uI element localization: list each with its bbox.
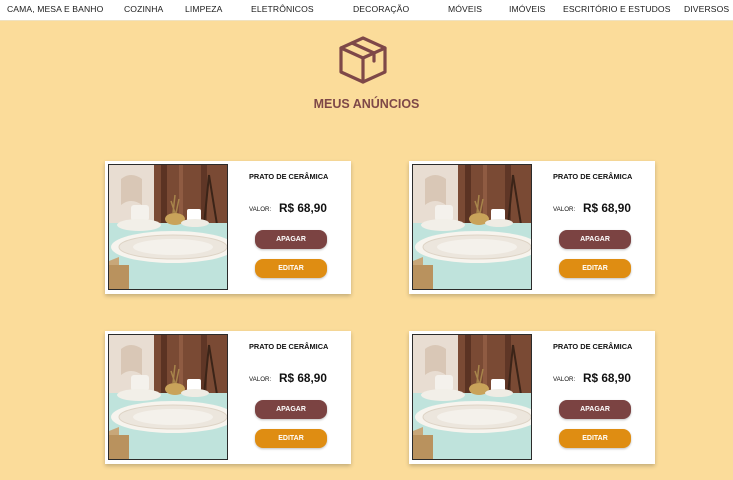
nav-item-cozinha[interactable]: COZINHA	[124, 4, 163, 14]
product-name: PRATO DE CERÂMICA	[249, 342, 329, 351]
price-label: VALOR:	[553, 376, 576, 383]
edit-button[interactable]: EDITAR	[255, 429, 327, 448]
delete-button[interactable]: APAGAR	[559, 400, 631, 419]
nav-item-diversos[interactable]: DIVERSOS	[684, 4, 729, 14]
listing-card: PRATO DE CERÂMICA VALOR: R$ 68,90 APAGAR…	[105, 331, 351, 464]
product-name: PRATO DE CERÂMICA	[249, 172, 329, 181]
edit-button[interactable]: EDITAR	[559, 259, 631, 278]
product-price: R$ 68,90	[279, 201, 327, 215]
edit-button[interactable]: EDITAR	[255, 259, 327, 278]
nav-item-cama-mesa-banho[interactable]: CAMA, MESA E BANHO	[7, 4, 103, 14]
product-image	[412, 334, 532, 460]
edit-button[interactable]: EDITAR	[559, 429, 631, 448]
delete-button[interactable]: APAGAR	[559, 230, 631, 249]
listing-card: PRATO DE CERÂMICA VALOR: R$ 68,90 APAGAR…	[409, 331, 655, 464]
top-nav: CAMA, MESA E BANHO COZINHA LIMPEZA ELETR…	[0, 0, 733, 21]
listing-card: PRATO DE CERÂMICA VALOR: R$ 68,90 APAGAR…	[105, 161, 351, 294]
nav-item-escritorio-estudos[interactable]: ESCRITÓRIO E ESTUDOS	[563, 4, 671, 14]
price-label: VALOR:	[249, 206, 272, 213]
price-label: VALOR:	[553, 206, 576, 213]
delete-button[interactable]: APAGAR	[255, 400, 327, 419]
nav-item-eletronicos[interactable]: ELETRÔNICOS	[251, 4, 314, 14]
page-title: MEUS ANÚNCIOS	[313, 97, 420, 111]
product-price: R$ 68,90	[583, 201, 631, 215]
nav-item-moveis[interactable]: MÓVEIS	[448, 4, 482, 14]
nav-item-decoracao[interactable]: DECORAÇÃO	[353, 4, 409, 14]
product-price: R$ 68,90	[583, 371, 631, 385]
nav-item-limpeza[interactable]: LIMPEZA	[185, 4, 222, 14]
product-image	[412, 164, 532, 290]
delete-button[interactable]: APAGAR	[255, 230, 327, 249]
nav-item-imoveis[interactable]: IMÓVEIS	[509, 4, 546, 14]
product-name: PRATO DE CERÂMICA	[553, 342, 633, 351]
product-name: PRATO DE CERÂMICA	[553, 172, 633, 181]
box-icon	[337, 35, 389, 85]
product-image	[108, 334, 228, 460]
listing-card: PRATO DE CERÂMICA VALOR: R$ 68,90 APAGAR…	[409, 161, 655, 294]
product-price: R$ 68,90	[279, 371, 327, 385]
product-image	[108, 164, 228, 290]
price-label: VALOR:	[249, 376, 272, 383]
